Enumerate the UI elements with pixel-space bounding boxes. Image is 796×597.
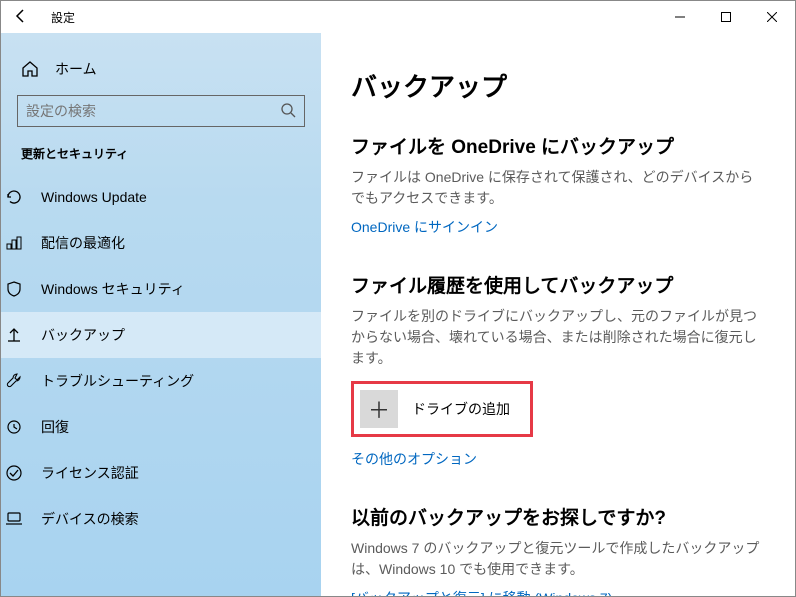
wrench-icon	[5, 372, 23, 390]
page-title: バックアップ	[351, 67, 765, 104]
sidebar-item-label: ライセンス認証	[41, 463, 139, 483]
shield-icon	[5, 280, 23, 298]
sidebar-item-label: Windows セキュリティ	[41, 279, 185, 299]
section-description: ファイルを別のドライブにバックアップし、元のファイルが見つからない場合、壊れてい…	[351, 306, 765, 369]
section-onedrive: ファイルを OneDrive にバックアップ ファイルは OneDrive に保…	[351, 132, 765, 237]
home-icon	[21, 60, 39, 78]
content-pane: バックアップ ファイルを OneDrive にバックアップ ファイルは OneD…	[321, 33, 795, 596]
update-icon	[5, 188, 23, 206]
section-heading: 以前のバックアップをお探しですか?	[351, 503, 765, 530]
sidebar-item-find-device[interactable]: デバイスの検索	[1, 496, 321, 542]
minimize-button[interactable]	[657, 1, 703, 33]
sidebar-item-label: デバイスの検索	[41, 509, 139, 529]
search-field[interactable]	[26, 103, 280, 119]
sidebar-item-label: 配信の最適化	[41, 233, 125, 253]
onedrive-signin-link[interactable]: OneDrive にサインイン	[351, 217, 498, 237]
section-filehistory: ファイル履歴を使用してバックアップ ファイルを別のドライブにバックアップし、元の…	[351, 271, 765, 469]
search-icon	[280, 102, 296, 121]
add-drive-label: ドライブの追加	[412, 399, 510, 419]
add-drive-button[interactable]: ＋ ドライブの追加	[351, 381, 533, 437]
section-heading: ファイルを OneDrive にバックアップ	[351, 132, 765, 159]
sidebar-item-label: 回復	[41, 417, 69, 437]
sidebar-item-windows-update[interactable]: Windows Update	[1, 174, 321, 220]
maximize-button[interactable]	[703, 1, 749, 33]
sidebar-item-recovery[interactable]: 回復	[1, 404, 321, 450]
find-device-icon	[5, 510, 23, 528]
section-legacy-backup: 以前のバックアップをお探しですか? Windows 7 のバックアップと復元ツー…	[351, 503, 765, 596]
sidebar-item-activation[interactable]: ライセンス認証	[1, 450, 321, 496]
titlebar: 設定	[1, 1, 795, 33]
section-description: Windows 7 のバックアップと復元ツールで作成したバックアップは、Wind…	[351, 538, 765, 580]
delivery-icon	[5, 234, 23, 252]
sidebar-item-troubleshoot[interactable]: トラブルシューティング	[1, 358, 321, 404]
sidebar-home[interactable]: ホーム	[17, 51, 305, 95]
sidebar-section-heading: 更新とセキュリティ	[17, 145, 305, 174]
backup-icon	[5, 326, 23, 344]
more-options-link[interactable]: その他のオプション	[351, 449, 477, 469]
sidebar-item-label: バックアップ	[41, 325, 125, 345]
window-title: 設定	[47, 9, 75, 26]
sidebar-item-label: Windows Update	[41, 189, 147, 205]
close-button[interactable]	[749, 1, 795, 33]
plus-icon: ＋	[360, 390, 398, 428]
sidebar-item-windows-security[interactable]: Windows セキュリティ	[1, 266, 321, 312]
recovery-icon	[5, 418, 23, 436]
back-button[interactable]	[13, 8, 29, 27]
sidebar-home-label: ホーム	[55, 59, 97, 79]
legacy-backup-link[interactable]: [バックアップと復元] に移動 (Windows 7)	[351, 588, 612, 596]
section-description: ファイルは OneDrive に保存されて保護され、どのデバイスからでもアクセス…	[351, 167, 765, 209]
section-heading: ファイル履歴を使用してバックアップ	[351, 271, 765, 298]
sidebar: ホーム 更新とセキュリティ Windows Update	[1, 33, 321, 596]
activation-icon	[5, 464, 23, 482]
sidebar-nav: Windows Update 配信の最適化 Windows セキュリティ	[1, 174, 321, 542]
sidebar-item-delivery-optimization[interactable]: 配信の最適化	[1, 220, 321, 266]
search-input[interactable]	[17, 95, 305, 127]
sidebar-item-backup[interactable]: バックアップ	[1, 312, 321, 358]
sidebar-item-label: トラブルシューティング	[41, 371, 194, 391]
